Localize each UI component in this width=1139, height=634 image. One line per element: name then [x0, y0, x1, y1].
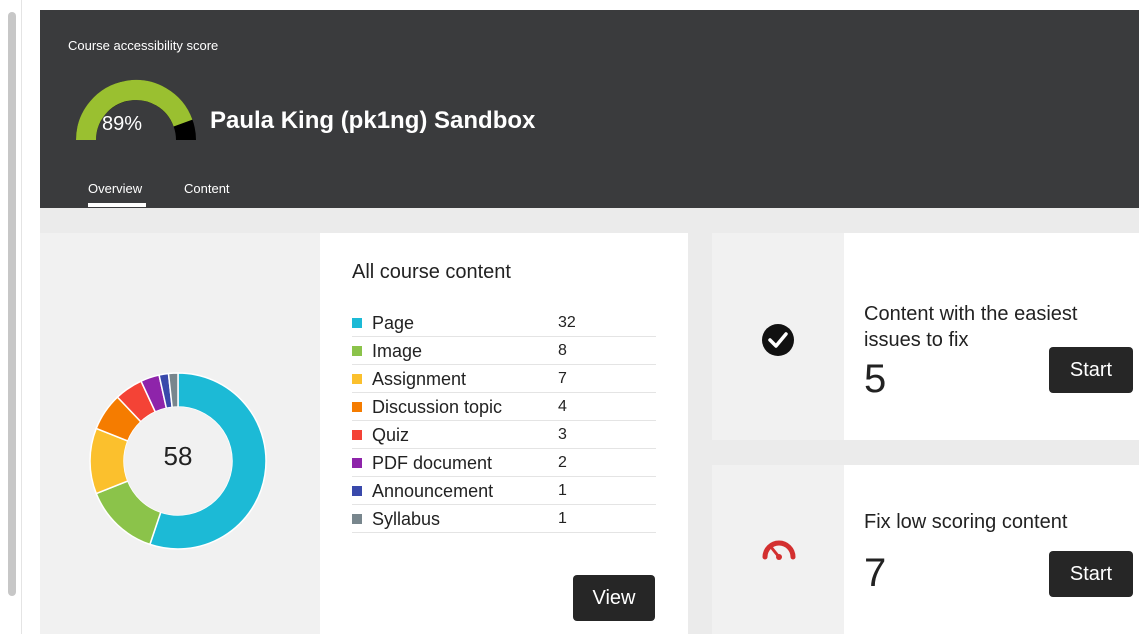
active-tab-indicator	[88, 203, 146, 207]
legend-swatch	[352, 429, 362, 440]
content-type-count: 2	[558, 453, 567, 471]
content-type-label: PDF document	[372, 452, 493, 473]
content-type-label: Image	[372, 340, 423, 361]
legend-swatch	[352, 457, 362, 468]
content-type-row: Announcement 1	[352, 477, 656, 505]
app-viewport: Course accessibility score 89% Paula Kin…	[0, 0, 1139, 634]
legend-swatch	[352, 485, 362, 496]
legend-swatch	[352, 401, 362, 412]
view-button[interactable]: View	[573, 575, 655, 621]
content-type-label: Announcement	[372, 480, 494, 501]
content-total: 58	[163, 441, 193, 471]
content-type-row: Syllabus 1	[352, 505, 656, 533]
content-type-row: Page 32	[352, 309, 656, 337]
scrollbar-thumb[interactable]	[8, 12, 16, 596]
content-type-label: Assignment	[372, 368, 467, 389]
content-type-label: Discussion topic	[372, 396, 503, 417]
content-type-count: 1	[558, 509, 567, 527]
content-type-count: 1	[558, 481, 567, 499]
content-list-panel: All course content Page 32 Image 8 Assignmen…	[320, 233, 688, 634]
content-type-count: 8	[558, 341, 567, 359]
content-type-row: Quiz 3	[352, 421, 656, 449]
content-type-count: 3	[558, 425, 567, 443]
content-donut-panel: 58	[40, 233, 320, 634]
content-type-row: Discussion topic 4	[352, 393, 656, 421]
card-count: 5	[864, 357, 887, 401]
tab-content[interactable]: Content	[184, 181, 230, 196]
content-type-label: Page	[372, 312, 415, 333]
legend-swatch	[352, 373, 362, 384]
course-header: Course accessibility score 89% Paula Kin…	[40, 10, 1139, 208]
easiest-issues-card: Content with the easiest issues to fix 5…	[712, 233, 1139, 440]
score-caption: Course accessibility score	[68, 38, 219, 53]
content-type-label: Quiz	[372, 424, 410, 445]
content-list-title: All course content	[352, 261, 511, 283]
accessibility-gauge	[76, 80, 196, 141]
overview-main: 58 All course content Page 32 Image 8 Assign…	[40, 208, 1139, 634]
card-count: 7	[864, 551, 887, 595]
content-type-label: Syllabus	[372, 508, 441, 529]
legend-swatch	[352, 317, 362, 328]
low-scoring-card: Fix low scoring content 7 Start	[712, 465, 1139, 634]
content-type-count: 32	[558, 313, 576, 331]
content-type-count: 7	[558, 369, 567, 387]
start-low-scoring-button[interactable]: Start	[1049, 551, 1133, 597]
speedometer-icon	[762, 540, 796, 560]
tab-overview[interactable]: Overview	[88, 181, 142, 196]
content-type-row: Assignment 7	[352, 365, 656, 393]
scrollbar[interactable]	[0, 0, 22, 634]
accessibility-score-value: 89%	[101, 113, 143, 135]
legend-swatch	[352, 513, 362, 524]
check-circle-icon	[762, 324, 794, 356]
card-title: Content with the easiest issues to fix	[864, 303, 1078, 351]
card-icon-area	[712, 233, 844, 440]
course-title: Paula King (pk1ng) Sandbox	[210, 107, 536, 134]
start-easy-fixes-button[interactable]: Start	[1049, 347, 1133, 393]
card-icon-area	[712, 465, 844, 634]
content-type-row: Image 8	[352, 337, 656, 365]
content-type-count: 4	[558, 397, 567, 415]
legend-swatch	[352, 345, 362, 356]
card-title: Fix low scoring content	[864, 511, 1068, 533]
content-legend: Page 32 Image 8 Assignment 7 Discussion topic 4…	[352, 309, 656, 533]
content-type-row: PDF document 2	[352, 449, 656, 477]
